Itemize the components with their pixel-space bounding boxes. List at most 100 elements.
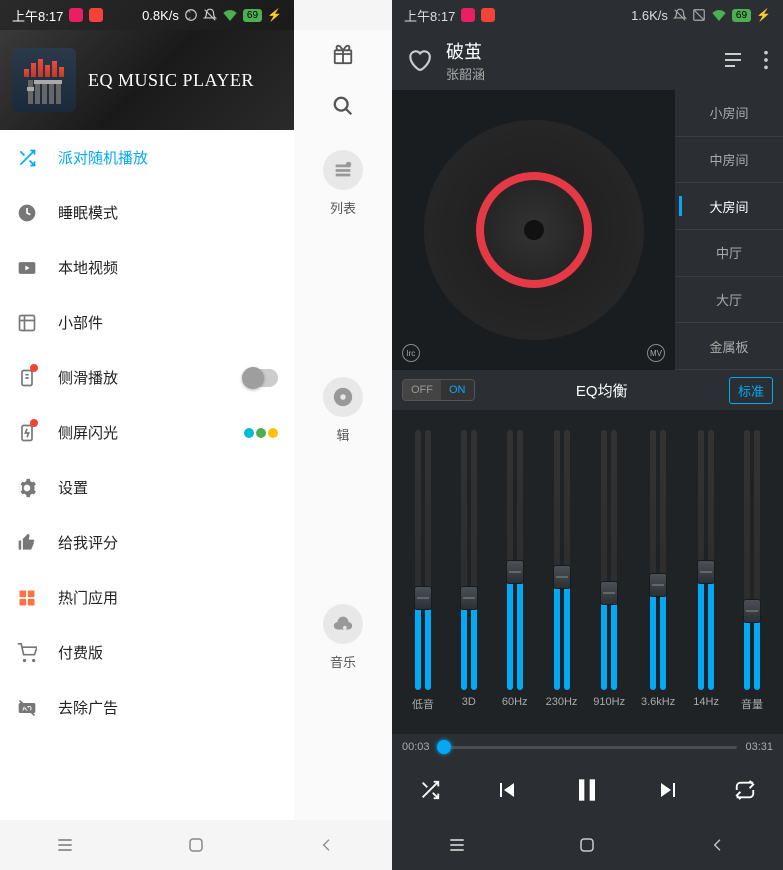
wifi-icon — [222, 9, 238, 21]
time-total: 03:31 — [745, 741, 773, 753]
menu-label: 付费版 — [58, 642, 103, 663]
eq-thumb[interactable] — [649, 573, 667, 597]
menu-item-4[interactable]: 侧滑播放 — [0, 350, 294, 405]
preset-4[interactable]: 大厅 — [675, 277, 783, 324]
nav-menu-button[interactable] — [445, 833, 469, 857]
eq-toggle[interactable]: OFF ON — [402, 379, 475, 401]
nav-home-button[interactable] — [575, 833, 599, 857]
menu-item-2[interactable]: 本地视频 — [0, 240, 294, 295]
menu-item-0[interactable]: 派对随机播放 — [0, 130, 294, 185]
status-app-dot — [461, 8, 475, 22]
eq-slider[interactable] — [643, 430, 673, 690]
preset-3[interactable]: 中厅 — [675, 230, 783, 277]
more-button[interactable] — [763, 49, 769, 71]
album-disc — [424, 120, 644, 340]
eq-thumb[interactable] — [697, 560, 715, 584]
menu-label: 热门应用 — [58, 587, 118, 608]
nav-back-button[interactable] — [706, 833, 730, 857]
eq-thumb[interactable] — [600, 581, 618, 605]
cart-icon — [16, 642, 38, 664]
thumb-icon — [16, 532, 38, 554]
repeat-button[interactable] — [734, 779, 756, 801]
nav-home-button[interactable] — [184, 833, 208, 857]
next-button[interactable] — [657, 778, 681, 802]
status-bar-left: 上午8:17 0.8K/s 69 ⚡ — [0, 0, 294, 30]
menu-label: 派对随机播放 — [58, 147, 148, 168]
pause-button[interactable] — [571, 774, 603, 806]
menu-item-1[interactable]: 睡眠模式 — [0, 185, 294, 240]
eq-slider[interactable] — [547, 430, 577, 690]
menu-item-6[interactable]: 设置 — [0, 460, 294, 515]
menu-item-5[interactable]: 侧屏闪光 — [0, 405, 294, 460]
eq-slider[interactable] — [691, 430, 721, 690]
status-bar-right: 上午8:17 1.6K/s 69 ⚡ — [392, 0, 783, 30]
menu-item-7[interactable]: 给我评分 — [0, 515, 294, 570]
menu-item-10[interactable]: AD去除广告 — [0, 680, 294, 735]
eq-slider[interactable] — [737, 430, 767, 690]
eq-standard-button[interactable]: 标准 — [729, 377, 773, 404]
preset-5[interactable]: 金属板 — [675, 323, 783, 370]
menu-item-9[interactable]: 付费版 — [0, 625, 294, 680]
eq-thumb[interactable] — [743, 599, 761, 623]
apps-icon — [16, 587, 38, 609]
eq-band-label: 60Hz — [502, 696, 528, 708]
menu-item-8[interactable]: 热门应用 — [0, 570, 294, 625]
status-app-dot — [69, 8, 83, 22]
status-time: 上午8:17 — [404, 6, 455, 25]
noads-icon: AD — [16, 697, 38, 719]
shuffle-button[interactable] — [419, 779, 441, 801]
drawer-panel: 上午8:17 0.8K/s 69 ⚡ — [0, 0, 294, 870]
player-header: 破茧 张韶涵 — [392, 30, 783, 90]
video-icon — [16, 257, 38, 279]
nav-bar-right — [392, 820, 783, 870]
progress-thumb[interactable] — [437, 740, 451, 754]
preset-2[interactable]: 大房间 — [675, 183, 783, 230]
menu-label: 本地视频 — [58, 257, 118, 278]
search-icon[interactable] — [332, 95, 354, 117]
status-app-dot-2 — [89, 8, 103, 22]
nav-bar-left — [0, 820, 392, 870]
preset-0[interactable]: 小房间 — [675, 90, 783, 137]
nav-back-button[interactable] — [315, 833, 339, 857]
eq-band-label: 低音 — [412, 696, 434, 712]
background-content: 列表 辑 音乐 — [294, 30, 392, 820]
eq-slider[interactable] — [594, 430, 624, 690]
list-icon[interactable] — [323, 150, 363, 190]
menu-label: 小部件 — [58, 312, 103, 333]
toggle-switch[interactable] — [244, 369, 278, 387]
widget-icon — [16, 312, 38, 334]
album-art-area[interactable]: No pictures lrc MV — [392, 90, 675, 370]
gift-icon[interactable] — [332, 43, 354, 65]
eq-band-7: 音量 — [737, 430, 767, 726]
bg-label-list: 列表 — [330, 198, 356, 217]
eq-thumb[interactable] — [506, 560, 524, 584]
eq-thumb[interactable] — [460, 586, 478, 610]
favorite-button[interactable] — [406, 47, 432, 73]
drawer-menu-list: 派对随机播放睡眠模式本地视频小部件侧滑播放侧屏闪光设置给我评分热门应用付费版 AD… — [0, 130, 294, 870]
mv-button[interactable]: MV — [647, 344, 665, 362]
eq-band-6: 14Hz — [691, 430, 721, 726]
charging-icon: ⚡ — [756, 8, 771, 22]
eq-slider[interactable] — [500, 430, 530, 690]
eq-band-label: 230Hz — [546, 696, 578, 708]
cloud-music-icon[interactable] — [323, 604, 363, 644]
notification-dot — [30, 364, 38, 372]
eq-slider[interactable] — [454, 430, 484, 690]
nav-menu-button[interactable] — [53, 833, 77, 857]
previous-button[interactable] — [494, 778, 518, 802]
eq-thumb[interactable] — [414, 586, 432, 610]
progress-track[interactable] — [438, 746, 738, 749]
status-speed: 1.6K/s — [631, 8, 668, 23]
lyrics-button[interactable]: lrc — [402, 344, 420, 362]
eq-slider[interactable] — [408, 430, 438, 690]
album-icon[interactable] — [323, 377, 363, 417]
app-logo-icon: .app-icon-slider:nth-child(1)::after{top… — [12, 48, 76, 112]
menu-item-3[interactable]: 小部件 — [0, 295, 294, 350]
eq-band-label: 3.6kHz — [641, 696, 675, 708]
eq-thumb[interactable] — [553, 565, 571, 589]
eq-off-button[interactable]: OFF — [403, 380, 441, 400]
preset-1[interactable]: 中房间 — [675, 137, 783, 184]
eq-on-button[interactable]: ON — [441, 380, 474, 400]
playlist-button[interactable] — [721, 48, 745, 72]
eq-band-0: 低音 — [408, 430, 438, 726]
